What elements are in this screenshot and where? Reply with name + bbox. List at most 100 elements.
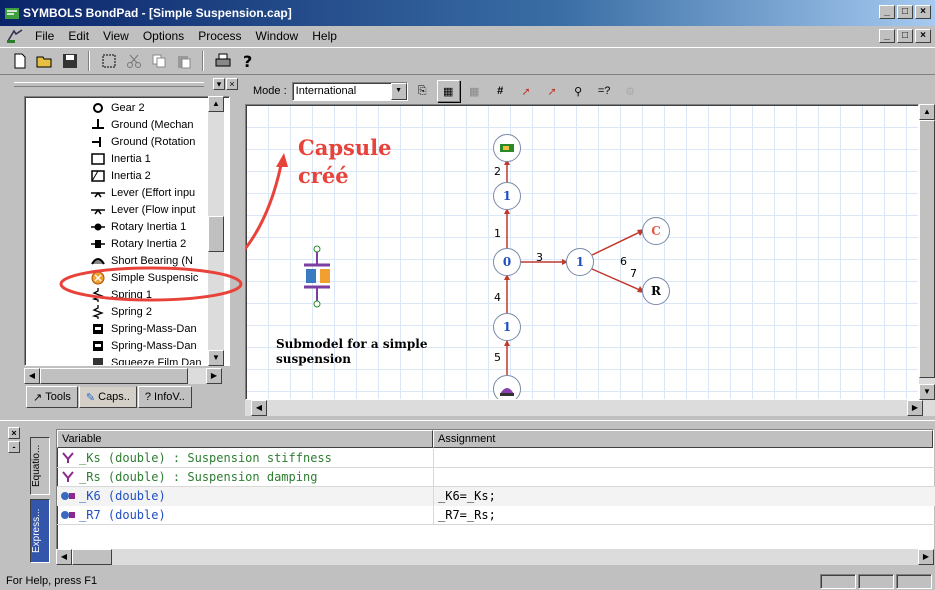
table-row[interactable]: _Ks (double) : Suspension stiffness xyxy=(57,448,935,468)
bond-6[interactable] xyxy=(591,230,643,256)
hash-button[interactable]: # xyxy=(489,80,512,102)
menu-process[interactable]: Process xyxy=(191,29,248,43)
tab-infoview[interactable]: ? InfoV.. xyxy=(137,386,192,408)
doc-close-button[interactable]: × xyxy=(915,29,931,43)
tree-item-squeeze-film-damper[interactable]: Squeeze Film Dan xyxy=(89,354,202,365)
scroll-right-arrow-icon[interactable]: ▶ xyxy=(918,549,934,565)
table-row[interactable]: _R7 (double) _R7=_Rs; xyxy=(57,505,935,525)
tree-item-ground-rotation[interactable]: Ground (Rotation xyxy=(89,133,195,150)
tab-expressions[interactable]: Express... xyxy=(30,499,50,563)
column-header-assignment[interactable]: Assignment xyxy=(433,430,933,448)
chevron-down-icon[interactable]: ▼ xyxy=(390,82,407,100)
tree-item-rotary-inertia-2[interactable]: Rotary Inertia 2 xyxy=(89,235,186,252)
menu-help[interactable]: Help xyxy=(305,29,344,43)
panel-dock-button[interactable]: - xyxy=(8,441,20,453)
scroll-left-arrow-icon[interactable]: ◀ xyxy=(24,368,40,384)
canvas-scroll-thumb[interactable] xyxy=(919,120,935,378)
capsule-symbol[interactable] xyxy=(304,245,330,308)
open-button[interactable] xyxy=(33,50,56,72)
assignment-cell[interactable]: _R7=_Rs; xyxy=(433,505,935,525)
doc-minimize-button[interactable]: _ xyxy=(879,29,895,43)
print-button[interactable] xyxy=(211,50,234,72)
maximize-button[interactable]: □ xyxy=(897,5,913,19)
junction-node-0[interactable]: 0 xyxy=(493,248,521,276)
document-icon[interactable] xyxy=(6,28,24,44)
tree-item-rotary-inertia-1[interactable]: Rotary Inertia 1 xyxy=(89,218,186,235)
tab-equations[interactable]: Equatio... xyxy=(30,437,50,495)
scroll-right-arrow-icon[interactable]: ▶ xyxy=(907,400,923,416)
menu-edit[interactable]: Edit xyxy=(61,29,96,43)
grid-button[interactable]: ▦ xyxy=(436,80,460,102)
scroll-up-arrow-icon[interactable]: ▲ xyxy=(208,96,224,112)
causal-bond-button[interactable]: ➚ xyxy=(541,80,564,102)
panel-close-button[interactable]: × xyxy=(8,427,20,439)
tab-label: Caps.. xyxy=(98,391,130,403)
tree-item-ground-mechanical[interactable]: Ground (Mechan xyxy=(89,116,194,133)
scroll-down-arrow-icon[interactable]: ▼ xyxy=(208,350,224,366)
tree-item-inertia-2[interactable]: Inertia 2 xyxy=(89,167,151,184)
bond-button[interactable]: ➚ xyxy=(515,80,538,102)
capsule-button[interactable]: ⎘ xyxy=(411,80,434,102)
table-scroll-thumb[interactable] xyxy=(72,549,112,565)
close-button[interactable]: × xyxy=(915,5,931,19)
tree-item-spring-mass-damper-1[interactable]: Spring-Mass-Dan xyxy=(89,320,197,337)
junction-node-1c[interactable]: 1 xyxy=(566,248,594,276)
tab-capsules[interactable]: ✎ Caps.. xyxy=(78,386,137,408)
scroll-right-arrow-icon[interactable]: ▶ xyxy=(206,368,222,384)
table-row[interactable]: _K6 (double) _K6=_Ks; xyxy=(57,486,935,506)
tree-vertical-scrollbar[interactable]: ▲ ▼ xyxy=(208,96,224,366)
table-row[interactable]: _Rs (double) : Suspension damping xyxy=(57,467,935,487)
simulate-button[interactable]: ⚙ xyxy=(619,80,642,102)
resistance-node[interactable]: R xyxy=(642,277,670,305)
scroll-down-arrow-icon[interactable]: ▼ xyxy=(919,384,935,400)
tree-item-inertia-1[interactable]: Inertia 1 xyxy=(89,150,151,167)
scroll-left-arrow-icon[interactable]: ◀ xyxy=(251,400,267,416)
copy-button[interactable] xyxy=(147,50,170,72)
capacitance-node[interactable]: C xyxy=(642,217,670,245)
menu-window[interactable]: Window xyxy=(249,29,306,43)
tree-item-gear-2[interactable]: Gear 2 xyxy=(89,99,145,116)
menu-options[interactable]: Options xyxy=(136,29,191,43)
tree-hscroll-thumb[interactable] xyxy=(40,368,188,384)
tree-item-spring-mass-damper-2[interactable]: Spring-Mass-Dan xyxy=(89,337,197,354)
tree-item-label: Rotary Inertia 1 xyxy=(111,220,187,233)
assignment-cell[interactable] xyxy=(433,467,935,487)
tab-label: Tools xyxy=(45,391,71,403)
zoom-button[interactable]: ⚲ xyxy=(567,80,590,102)
doc-restore-button[interactable]: □ xyxy=(897,29,913,43)
new-button[interactable] xyxy=(8,50,31,72)
source-node-top[interactable] xyxy=(493,134,521,162)
table-horizontal-scrollbar[interactable]: ◀ ▶ xyxy=(56,549,934,565)
junction-node-1a[interactable]: 1 xyxy=(493,182,521,210)
junction-node-1b[interactable]: 1 xyxy=(493,313,521,341)
tree-item-lever-effort[interactable]: Lever (Effort inpu xyxy=(89,184,195,201)
tree-horizontal-scrollbar[interactable]: ◀ ▶ xyxy=(24,368,222,384)
cut-button[interactable] xyxy=(122,50,145,72)
paste-button[interactable] xyxy=(172,50,195,72)
assignment-cell[interactable]: _K6=_Ks; xyxy=(433,486,935,506)
save-button[interactable] xyxy=(58,50,81,72)
help-button[interactable]: ? xyxy=(236,50,259,72)
column-header-variable[interactable]: Variable xyxy=(57,430,433,448)
grid-fine-button[interactable]: ▦ xyxy=(463,80,486,102)
minimize-button[interactable]: _ xyxy=(879,5,895,19)
menu-view[interactable]: View xyxy=(96,29,136,43)
source-node-bottom[interactable] xyxy=(493,375,521,399)
tree-item-lever-flow[interactable]: Lever (Flow input xyxy=(89,201,195,218)
scroll-up-arrow-icon[interactable]: ▲ xyxy=(919,104,935,120)
panel-dock-button[interactable]: ▾ xyxy=(213,78,225,90)
canvas-horizontal-scrollbar[interactable]: ◀ ▶ xyxy=(245,400,935,416)
equation-help-button[interactable]: =? xyxy=(593,80,616,102)
scroll-left-arrow-icon[interactable]: ◀ xyxy=(56,549,72,565)
panel-close-button[interactable]: × xyxy=(226,78,238,90)
tab-tools[interactable]: ↗ Tools xyxy=(26,386,78,408)
capsule-tool-icon: ⎘ xyxy=(417,84,427,97)
tree-scroll-thumb[interactable] xyxy=(208,216,224,252)
panel-grip[interactable] xyxy=(14,82,204,87)
canvas-vertical-scrollbar[interactable]: ▲ ▼ xyxy=(919,104,935,400)
assignment-cell[interactable] xyxy=(433,448,935,468)
mode-select[interactable]: International ▼ xyxy=(291,81,408,101)
tree-item-spring-2[interactable]: Spring 2 xyxy=(89,303,152,320)
select-button[interactable] xyxy=(97,50,120,72)
menu-file[interactable]: File xyxy=(28,29,61,43)
